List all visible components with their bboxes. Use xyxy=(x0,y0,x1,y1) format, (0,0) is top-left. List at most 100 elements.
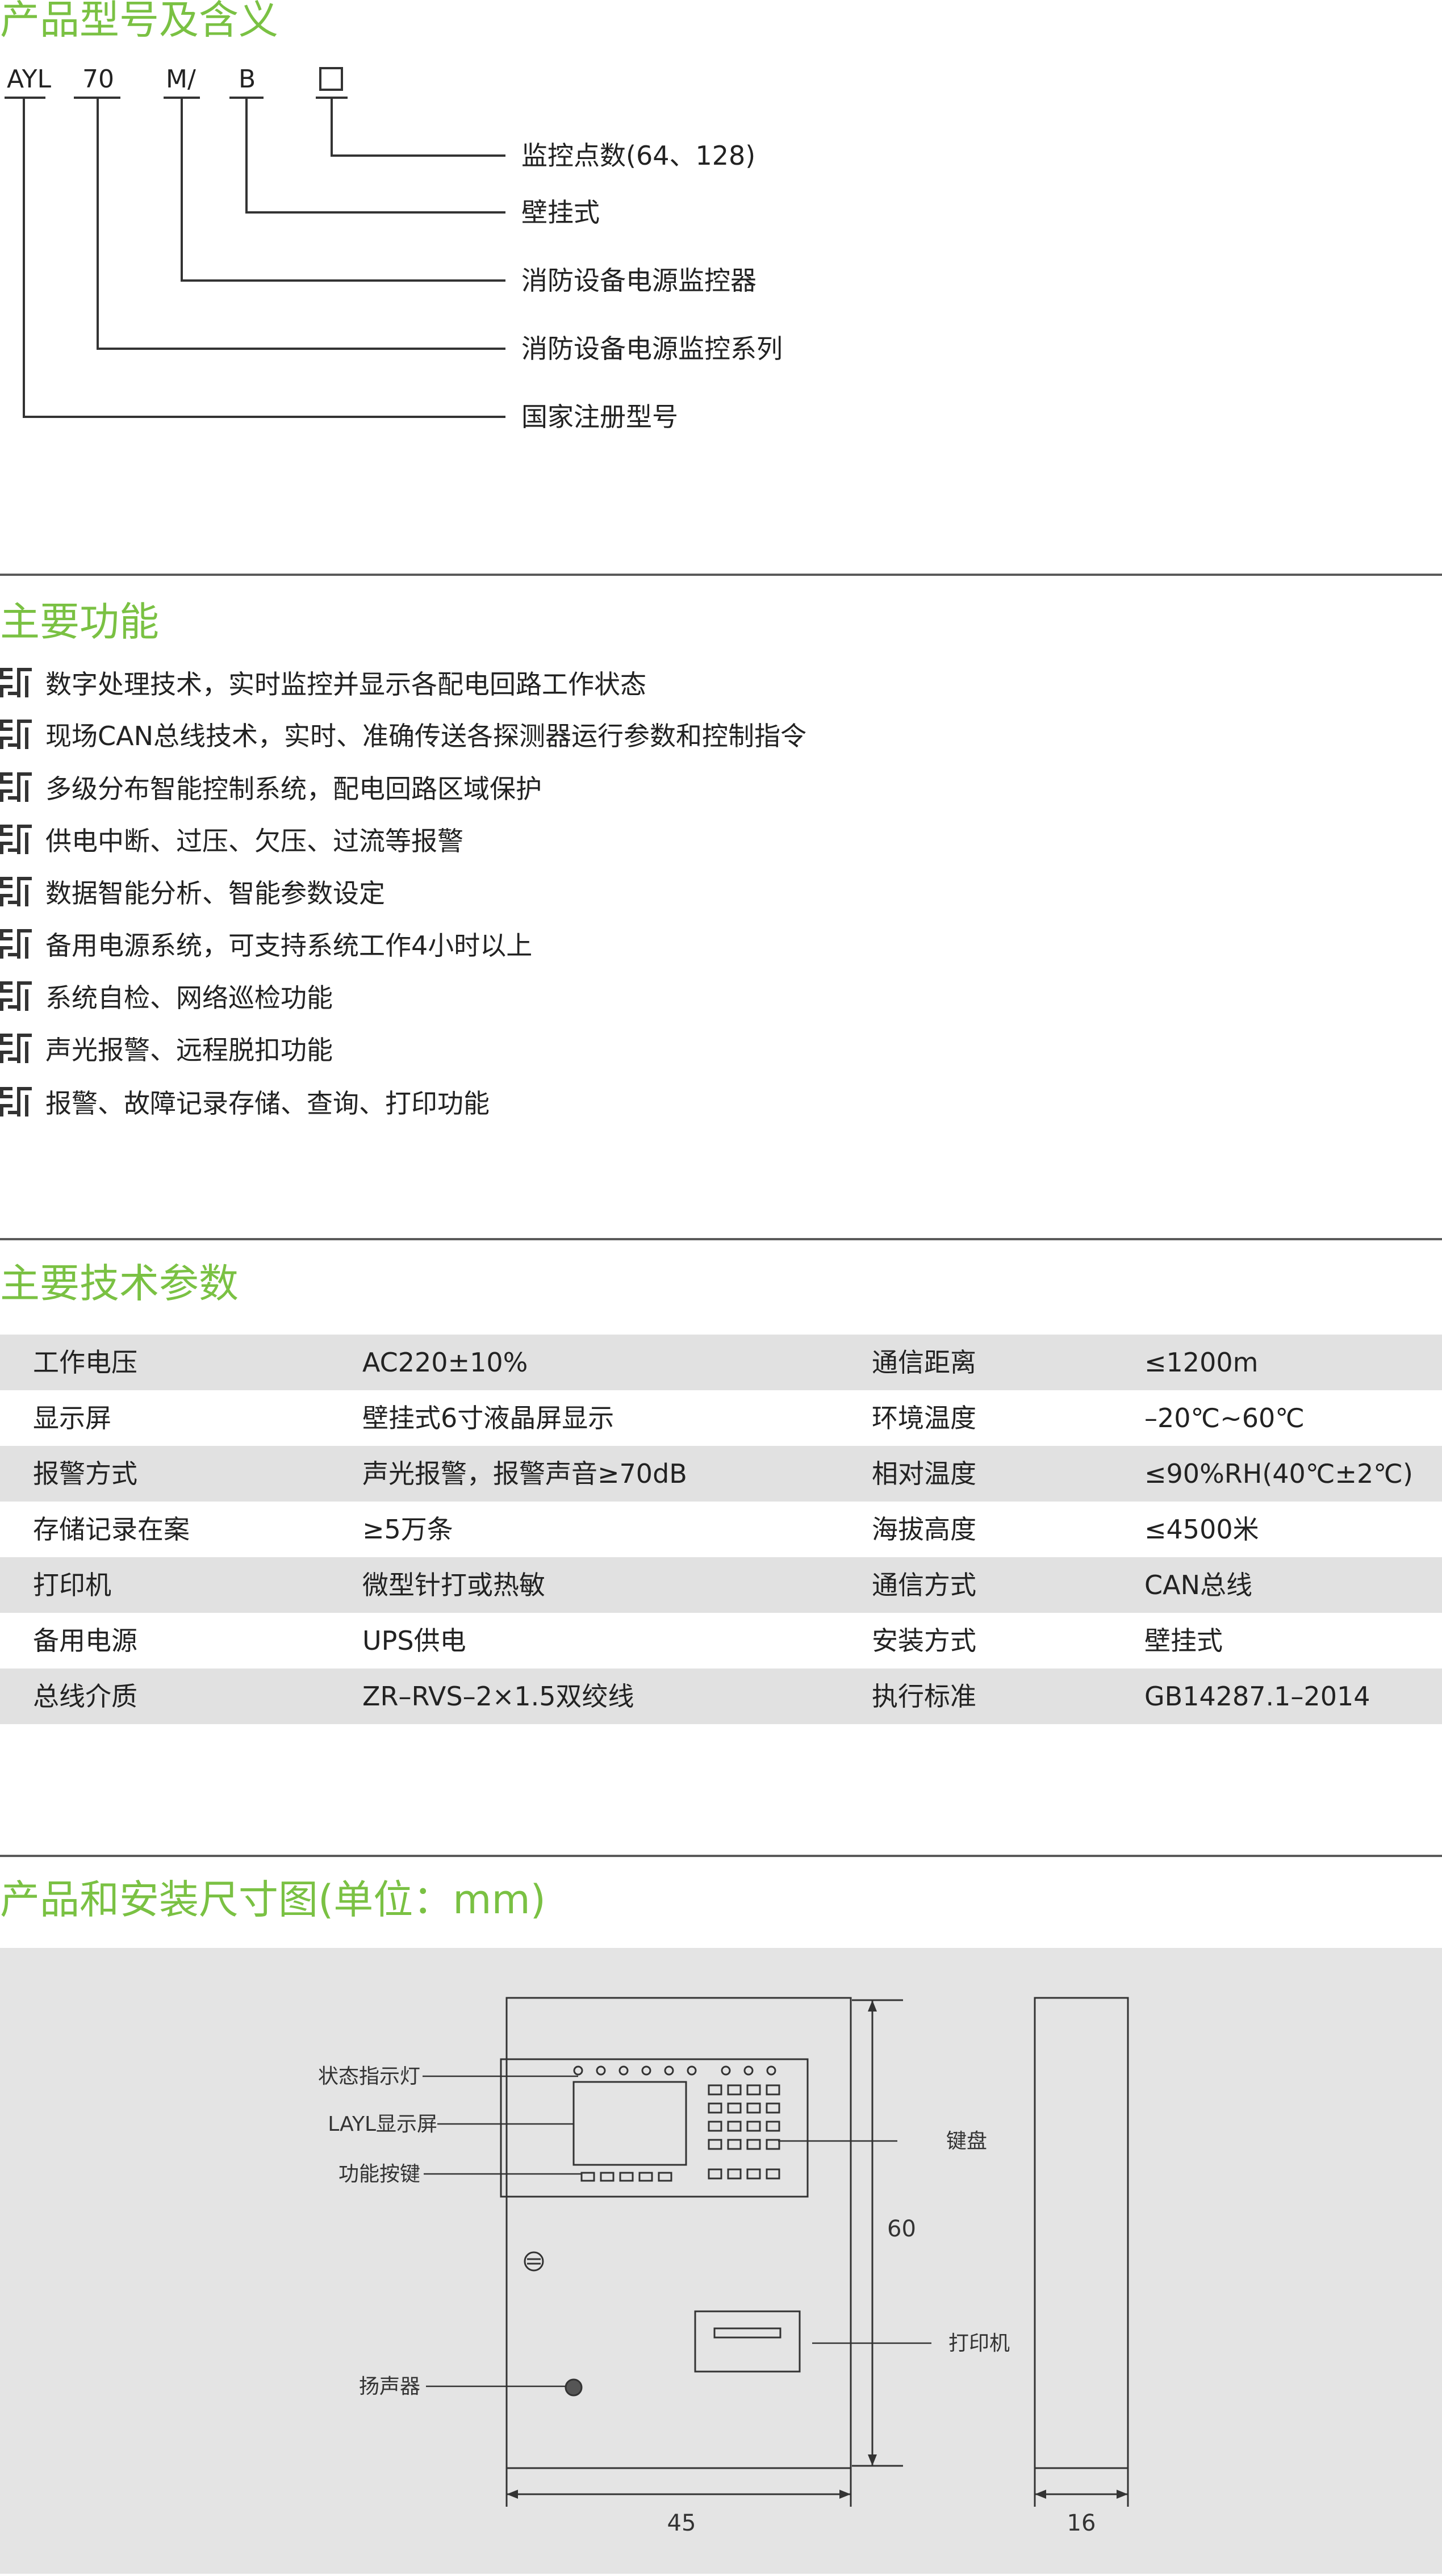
param-name: 显示屏 xyxy=(33,1403,111,1433)
param-value: ≤1200m xyxy=(1144,1347,1259,1378)
functions-section-title: 主要功能 xyxy=(0,599,159,645)
label-monitor-series: 消防设备电源监控系列 xyxy=(521,333,783,364)
section-divider xyxy=(0,1855,1442,1857)
series-logo-icon xyxy=(0,877,32,906)
leader-line xyxy=(245,98,248,212)
param-value: ZR–RVS–2×1.5双绞线 xyxy=(362,1681,634,1712)
status-led xyxy=(596,2065,606,2076)
param-value: 声光报警，报警声音≥70dB xyxy=(362,1458,687,1489)
feature-text: 供电中断、过压、欠压、过流等报警 xyxy=(45,826,463,856)
label-monitor-points: 监控点数(64、128) xyxy=(521,140,756,171)
param-name: 通信方式 xyxy=(872,1570,976,1600)
series-logo-icon xyxy=(0,825,32,854)
callout-function-keys: 功能按键 xyxy=(338,2163,420,2186)
callout-speaker: 扬声器 xyxy=(359,2375,420,2398)
param-value: ≤4500米 xyxy=(1144,1514,1259,1545)
params-section-title: 主要技术参数 xyxy=(0,1260,239,1307)
function-key xyxy=(580,2172,595,2182)
lock-icon xyxy=(524,2251,544,2272)
function-key xyxy=(658,2172,672,2182)
leader-line xyxy=(97,348,505,350)
param-value: UPS供电 xyxy=(362,1625,466,1656)
param-value: ≥5万条 xyxy=(362,1514,453,1545)
model-section-title: 产品型号及含义 xyxy=(0,0,278,43)
lcd-screen xyxy=(572,2081,687,2166)
section-divider xyxy=(0,1238,1442,1240)
list-item: 数据智能分析、智能参数设定 xyxy=(0,875,385,909)
control-panel-outline xyxy=(500,2058,809,2198)
dimension-width: 45 xyxy=(667,2510,696,2536)
param-name: 执行标准 xyxy=(872,1681,976,1712)
status-led xyxy=(766,2065,776,2076)
status-led xyxy=(721,2065,731,2076)
status-led xyxy=(573,2065,583,2076)
leader-line xyxy=(331,98,333,156)
leader-line xyxy=(181,279,505,282)
table-row: 工作电压 AC220±10% 通信距离 ≤1200m xyxy=(0,1335,1442,1390)
param-name: 总线介质 xyxy=(33,1681,137,1712)
dimension-height: 60 xyxy=(887,2216,916,2242)
leader-line xyxy=(97,98,99,349)
table-row: 总线介质 ZR–RVS–2×1.5双绞线 执行标准 GB14287.1–2014 xyxy=(0,1668,1442,1724)
list-item: 系统自检、网络巡检功能 xyxy=(0,979,333,1013)
param-name: 相对温度 xyxy=(872,1458,976,1489)
series-logo-icon xyxy=(0,1034,32,1063)
leader-line xyxy=(23,416,505,418)
table-row: 存储记录在案 ≥5万条 海拔高度 ≤4500米 xyxy=(0,1502,1442,1557)
param-value: 壁挂式 xyxy=(1144,1625,1223,1656)
code-underline xyxy=(5,97,45,99)
param-value: 微型针打或热敏 xyxy=(362,1570,545,1600)
param-name: 存储记录在案 xyxy=(33,1514,190,1545)
param-name: 环境温度 xyxy=(872,1403,976,1433)
param-name: 安装方式 xyxy=(872,1625,976,1656)
param-name: 海拔高度 xyxy=(872,1514,976,1545)
section-divider xyxy=(0,574,1442,576)
series-logo-icon xyxy=(0,668,32,697)
function-key xyxy=(638,2172,653,2182)
list-item: 数字处理技术，实时监控并显示各配电回路工作状态 xyxy=(0,666,646,700)
param-name: 工作电压 xyxy=(33,1347,137,1378)
status-led xyxy=(618,2065,629,2076)
feature-text: 声光报警、远程脱扣功能 xyxy=(45,1035,333,1065)
function-key xyxy=(619,2172,634,2182)
param-value: –20℃~60℃ xyxy=(1144,1403,1305,1433)
param-value: CAN总线 xyxy=(1144,1570,1252,1600)
status-led xyxy=(743,2065,754,2076)
feature-text: 系统自检、网络巡检功能 xyxy=(45,982,333,1013)
code-70: 70 xyxy=(82,65,114,94)
callout-status-light: 状态指示灯 xyxy=(318,2065,420,2088)
printer-unit xyxy=(694,2310,801,2373)
leader-line xyxy=(23,98,25,417)
feature-text: 报警、故障记录存储、查询、打印功能 xyxy=(45,1088,490,1119)
code-m: M/ xyxy=(166,65,196,94)
dimension-drawing: 状态指示灯 LAYL显示屏 功能按键 键盘 打印机 扬声器 60 45 16 xyxy=(0,1948,1442,2574)
leader-line xyxy=(245,211,505,214)
code-placeholder-box xyxy=(319,67,343,91)
status-led xyxy=(664,2065,674,2076)
feature-text: 备用电源系统，可支持系统工作4小时以上 xyxy=(45,930,533,961)
callout-display: LAYL显示屏 xyxy=(328,2113,437,2136)
series-logo-icon xyxy=(0,929,32,959)
table-row: 打印机 微型针打或热敏 通信方式 CAN总线 xyxy=(0,1557,1442,1613)
table-row: 备用电源 UPS供电 安装方式 壁挂式 xyxy=(0,1613,1442,1668)
dimension-drawing-svg: 状态指示灯 LAYL显示屏 功能按键 键盘 打印机 扬声器 60 45 16 xyxy=(318,1997,1129,2536)
list-item: 现场CAN总线技术，实时、准确传送各探测器运行参数和控制指令 xyxy=(0,717,806,751)
param-name: 报警方式 xyxy=(33,1458,137,1489)
leader-line xyxy=(181,98,183,281)
label-wall-mount: 壁挂式 xyxy=(521,197,600,228)
feature-text: 多级分布智能控制系统，配电回路区域保护 xyxy=(45,773,542,804)
list-item: 多级分布智能控制系统，配电回路区域保护 xyxy=(0,770,542,804)
leader-line xyxy=(331,154,505,157)
list-item: 供电中断、过压、欠压、过流等报警 xyxy=(0,822,463,856)
printer-slot xyxy=(713,2327,781,2339)
param-value: ≤90%RH(40℃±2℃) xyxy=(1144,1458,1413,1489)
table-row: 显示屏 壁挂式6寸液晶屏显示 环境温度 –20℃~60℃ xyxy=(0,1390,1442,1446)
feature-text: 现场CAN总线技术，实时、准确传送各探测器运行参数和控制指令 xyxy=(45,721,806,751)
code-b: B xyxy=(239,65,256,94)
series-logo-icon xyxy=(0,981,32,1011)
table-row: 报警方式 声光报警，报警声音≥70dB 相对温度 ≤90%RH(40℃±2℃) xyxy=(0,1446,1442,1502)
param-name: 通信距离 xyxy=(872,1347,976,1378)
feature-text: 数字处理技术，实时监控并显示各配电回路工作状态 xyxy=(45,669,646,700)
code-ayl: AYL xyxy=(7,65,52,94)
series-logo-icon xyxy=(0,1087,32,1116)
